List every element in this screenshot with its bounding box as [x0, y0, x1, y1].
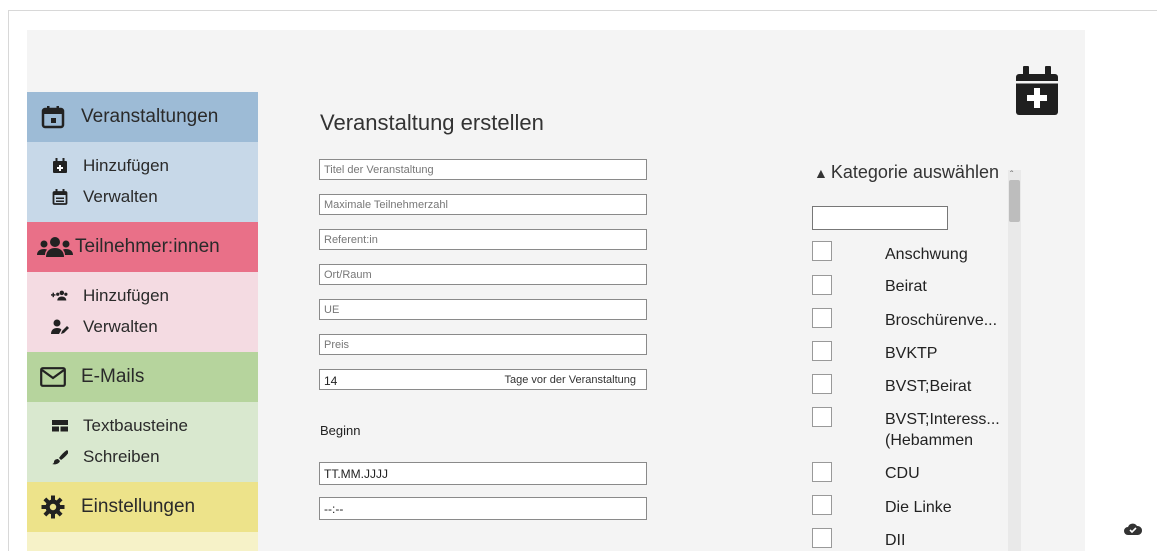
beginn-label: Beginn [320, 423, 361, 438]
kategorie-checkbox[interactable] [812, 462, 832, 482]
sidebar-item-label: Textbausteine [83, 415, 188, 435]
kategorie-label: Broschürenve... [885, 312, 998, 329]
page-left-border [8, 10, 9, 551]
app-frame: Veranstaltungen Hinzufügen Verwalten Tei… [27, 30, 1085, 551]
kategorie-label-line: BVST;Interess... [885, 411, 1000, 428]
tage-value: 14 [324, 374, 338, 388]
page-top-border [8, 10, 1157, 11]
kategorie-checkbox[interactable] [812, 241, 832, 261]
sidebar-item-teilnehmer-hinzufuegen[interactable]: Hinzufügen [51, 280, 258, 311]
kategorie-search-input[interactable] [812, 206, 948, 230]
kategorie-checkbox[interactable] [812, 407, 832, 427]
kategorie-checkbox[interactable] [812, 528, 832, 548]
sidebar-item-label: Verwalten [83, 316, 158, 336]
kategorie-title: Kategorie auswählen [830, 162, 999, 182]
max-teilnehmer-input[interactable]: Maximale Teilnehmerzahl [319, 194, 647, 215]
scrollbar-thumb[interactable] [1009, 180, 1020, 222]
kategorie-label: BVST;Beirat [885, 378, 972, 395]
sidebar-item-textbausteine[interactable]: Textbausteine [51, 410, 258, 441]
kategorie-checkbox[interactable] [812, 374, 832, 394]
cloud-icon[interactable] [1123, 522, 1143, 536]
kategorie-checkbox[interactable] [812, 495, 832, 515]
beginn-time-input[interactable]: --:-- [319, 497, 647, 520]
sidebar-item-veranstaltung-verwalten[interactable]: Verwalten [51, 181, 258, 212]
add-event-button[interactable] [1014, 66, 1060, 116]
sidebar-section-veranstaltungen[interactable]: Veranstaltungen [27, 92, 258, 142]
sidebar-item-teilnehmer-verwalten[interactable]: Verwalten [51, 311, 258, 342]
sidebar-submenu-emails: Textbausteine Schreiben [27, 402, 258, 482]
sidebar-item-label: Verwalten [83, 186, 158, 206]
envelope-icon [39, 363, 67, 391]
sidebar-section-label: Veranstaltungen [81, 106, 219, 127]
kategorie-label: Anschwung [885, 246, 968, 263]
sidebar-item-veranstaltung-hinzufuegen[interactable]: Hinzufügen [51, 150, 258, 181]
kategorie-toggle[interactable]: ▲ Kategorie auswählen [814, 162, 999, 183]
sidebar-item-label: Hinzufügen [83, 285, 170, 305]
sidebar-section-einstellungen[interactable]: Einstellungen [27, 482, 258, 532]
sidebar: Veranstaltungen Hinzufügen Verwalten Tei… [27, 92, 258, 551]
sidebar-section-emails[interactable]: E-Mails [27, 352, 258, 402]
sidebar-item-schreiben[interactable]: Schreiben [51, 441, 258, 472]
users-icon [37, 233, 73, 261]
calendar-list-icon [51, 188, 69, 206]
sidebar-item-label: Schreiben [83, 446, 160, 466]
kategorie-scrollbar[interactable]: ˆ [1008, 170, 1021, 551]
beginn-date-input[interactable]: TT.MM.JJJJ [319, 462, 647, 485]
calendar-plus-icon [51, 157, 69, 175]
sidebar-section-label: Teilnehmer:innen [75, 236, 220, 257]
sidebar-submenu-veranstaltungen: Hinzufügen Verwalten [27, 142, 258, 222]
user-edit-icon [51, 318, 69, 336]
kategorie-label: Beirat [885, 278, 927, 295]
sidebar-submenu-teilnehmer: Hinzufügen Verwalten [27, 272, 258, 352]
ue-input[interactable]: UE [319, 299, 647, 320]
kategorie-label: Die Linke [885, 499, 952, 516]
kategorie-label: DII [885, 532, 906, 549]
calendar-plus-icon [1016, 66, 1058, 115]
page-title: Veranstaltung erstellen [320, 110, 544, 135]
sidebar-section-label: E-Mails [81, 366, 145, 387]
kategorie-checkbox[interactable] [812, 275, 832, 295]
kategorie-label: BVKTP [885, 345, 938, 362]
ort-raum-input[interactable]: Ort/Raum [319, 264, 647, 285]
kategorie-label: CDU [885, 465, 920, 482]
kategorie-label-line: (Hebammen [885, 432, 974, 449]
chevron-up-icon: ▲ [814, 164, 828, 181]
calendar-icon [39, 103, 67, 131]
referent-input[interactable]: Referent:in [319, 229, 647, 250]
table-icon [51, 417, 69, 435]
gear-icon [39, 493, 67, 521]
sidebar-section-label: Einstellungen [81, 496, 196, 517]
tage-suffix-label: Tage vor der Veranstaltung [504, 374, 636, 386]
sidebar-submenu-einstellungen [27, 532, 258, 551]
titel-input[interactable]: Titel der Veranstaltung [319, 159, 647, 180]
sidebar-item-label: Hinzufügen [83, 155, 170, 175]
user-plus-icon [51, 287, 69, 305]
kategorie-checkbox[interactable] [812, 308, 832, 328]
kategorie-label: BVST;Interess... (Hebammen [885, 409, 1000, 451]
sidebar-section-teilnehmer[interactable]: Teilnehmer:innen [27, 222, 258, 272]
kategorie-checkbox[interactable] [812, 341, 832, 361]
brush-icon [51, 448, 69, 466]
tage-vorher-input[interactable]: 14 Tage vor der Veranstaltung [319, 369, 647, 390]
preis-input[interactable]: Preis [319, 334, 647, 355]
